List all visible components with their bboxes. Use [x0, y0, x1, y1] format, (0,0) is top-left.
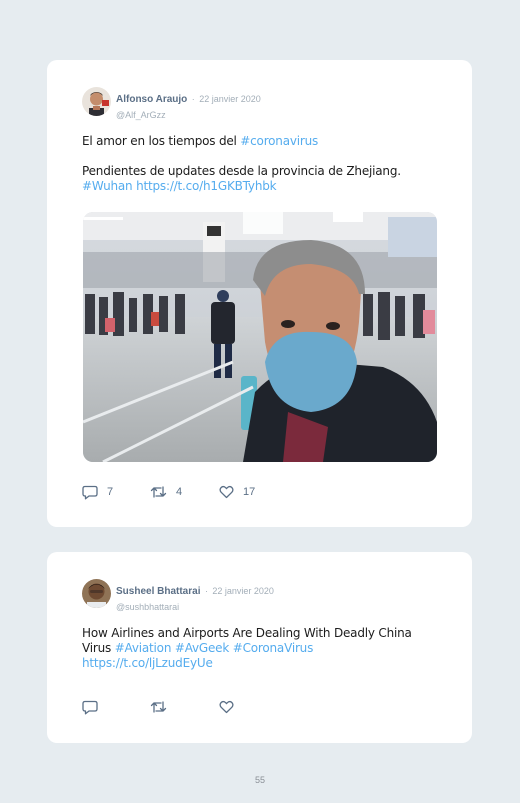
tweet-card: Susheel Bhattarai · 22 janvier 2020 @sus…	[47, 552, 472, 743]
like-count: 17	[243, 486, 256, 498]
reply-count: 7	[107, 486, 114, 498]
tweet-date[interactable]: 22 janvier 2020	[212, 586, 274, 596]
tweet-text-line: How Airlines and Airports Are Dealing Wi…	[82, 626, 412, 640]
page-number: 55	[254, 775, 265, 785]
heart-icon	[219, 485, 234, 499]
hashtag-link[interactable]: #coronavirus	[240, 134, 318, 148]
retweet-button[interactable]	[150, 699, 176, 715]
reply-icon	[82, 485, 98, 500]
author-handle[interactable]: @sushbhattarai	[116, 602, 274, 612]
tweet-text: El amor en los tiempos del #coronavirus …	[82, 134, 442, 194]
retweet-count: 4	[176, 486, 183, 498]
tweet-actions: 7 4 17	[82, 484, 282, 500]
tweet-text-line: Virus	[82, 641, 115, 655]
author-name[interactable]: Alfonso Araujo	[116, 94, 187, 105]
retweet-icon	[150, 700, 167, 714]
tweet-text-line: El amor en los tiempos del	[82, 134, 241, 148]
reply-button[interactable]	[82, 699, 107, 715]
meta-separator: ·	[204, 586, 208, 596]
tweet-photo[interactable]	[83, 212, 437, 462]
meta-separator: ·	[191, 94, 195, 104]
tweet-actions	[82, 699, 282, 715]
retweet-icon	[150, 485, 167, 499]
avatar[interactable]	[82, 87, 111, 116]
tweet-text: How Airlines and Airports Are Dealing Wi…	[82, 626, 442, 671]
retweet-button[interactable]: 4	[150, 484, 182, 500]
hashtag-links[interactable]: #Aviation #AvGeek #CoronaVirus	[115, 641, 314, 655]
tweet-date[interactable]: 22 janvier 2020	[199, 94, 261, 104]
reply-icon	[82, 700, 98, 715]
url-link[interactable]: https://t.co/h1GKBTyhbk	[136, 179, 276, 193]
avatar[interactable]	[82, 579, 111, 608]
tweet-text-line: Pendientes de updates desde la provincia…	[82, 164, 401, 178]
author-handle[interactable]: @Alf_ArGzz	[116, 110, 261, 120]
reply-button[interactable]: 7	[82, 484, 113, 500]
like-button[interactable]	[219, 699, 243, 715]
author-name[interactable]: Susheel Bhattarai	[116, 586, 200, 597]
like-button[interactable]: 17	[219, 484, 255, 500]
hashtag-link[interactable]: #Wuhan	[82, 179, 133, 193]
heart-icon	[219, 700, 234, 714]
author-meta: Susheel Bhattarai · 22 janvier 2020 @sus…	[116, 581, 274, 612]
author-meta: Alfonso Araujo · 22 janvier 2020 @Alf_Ar…	[116, 89, 261, 120]
tweet-card: Alfonso Araujo · 22 janvier 2020 @Alf_Ar…	[47, 60, 472, 527]
url-link[interactable]: https://t.co/ljLzudEyUe	[82, 656, 213, 670]
